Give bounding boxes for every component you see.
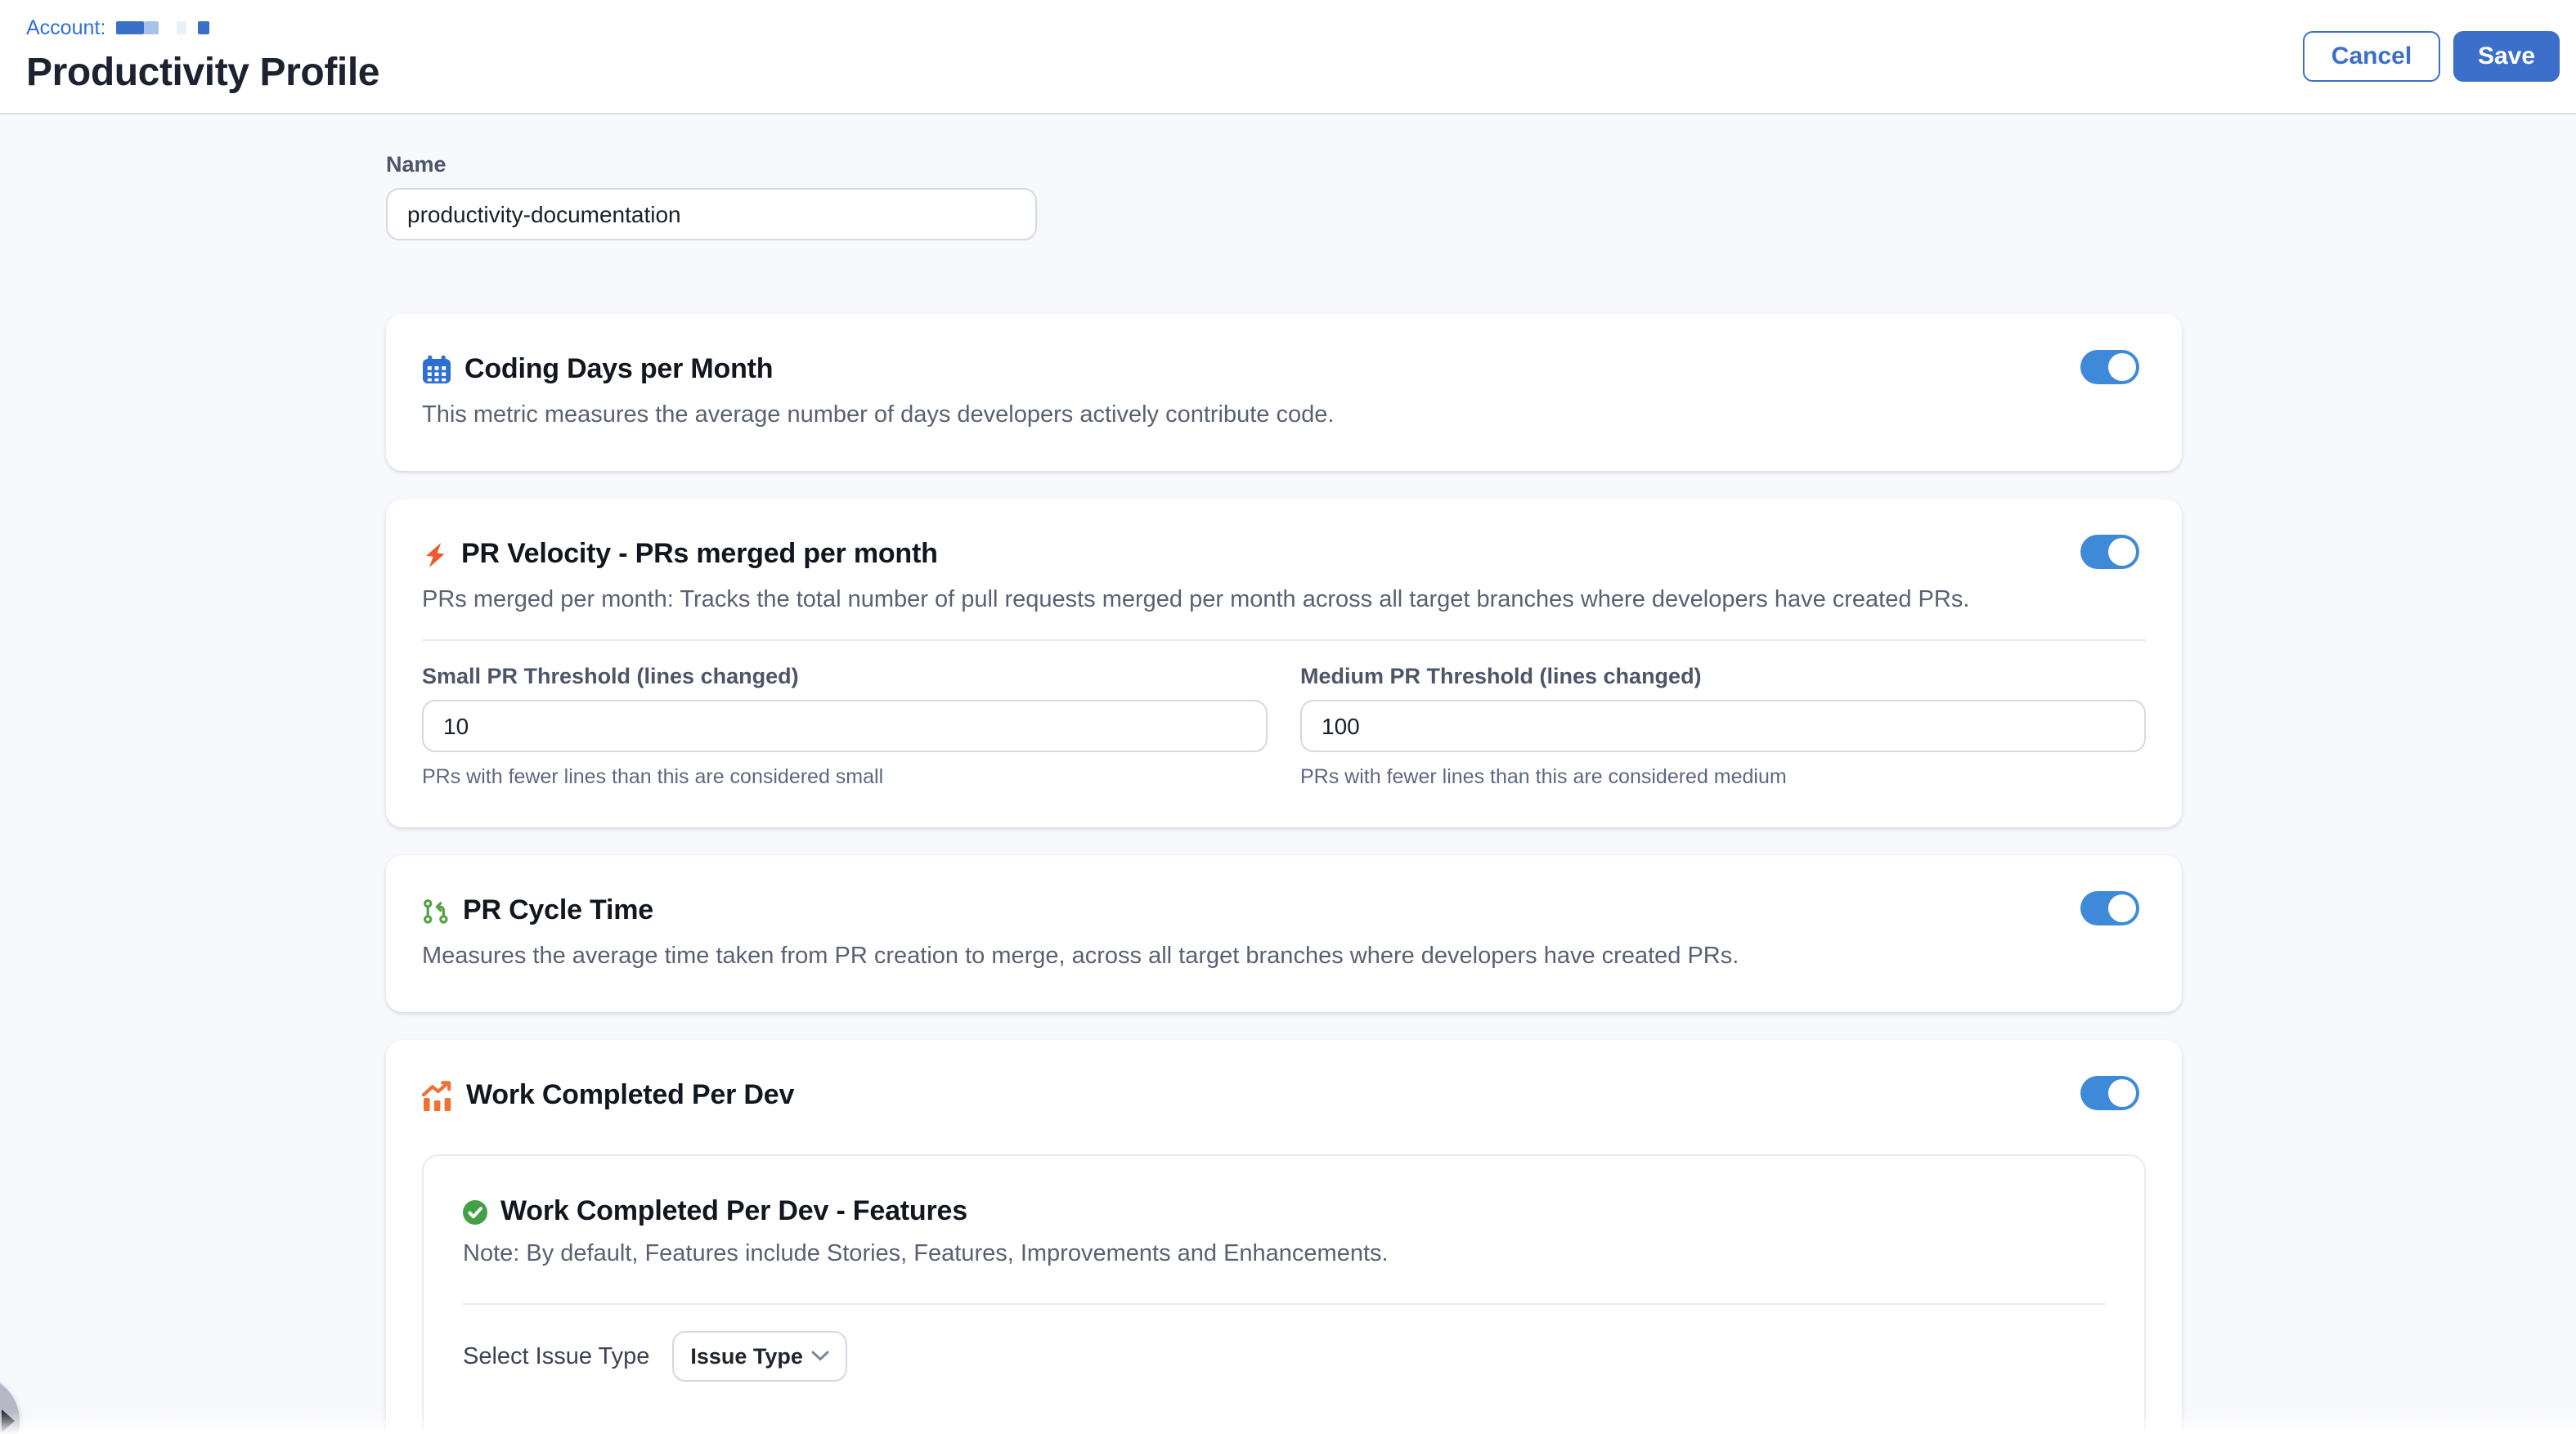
subcard-note: Note: By default, Features include Stori… [463, 1241, 2105, 1267]
card-pr-cycle-time: PR Cycle Time Measures the average time … [386, 855, 2182, 1012]
small-pr-threshold-field: Small PR Threshold (lines changed) PRs w… [422, 664, 1268, 788]
work-completed-features-subcard: Work Completed Per Dev - Features Note: … [422, 1154, 2146, 1434]
lightning-icon [422, 540, 448, 568]
chevron-down-icon [811, 1351, 829, 1362]
card-title: PR Cycle Time [463, 894, 653, 927]
coding-days-toggle[interactable] [2080, 350, 2139, 384]
card-pr-velocity: PR Velocity - PRs merged per month PRs m… [386, 499, 2182, 827]
divider [422, 639, 2146, 641]
card-description: PRs merged per month: Tracks the total n… [422, 584, 2146, 616]
toggle-knob [2108, 894, 2136, 922]
toggle-knob [2108, 1079, 2136, 1107]
check-circle-icon [463, 1199, 487, 1224]
sidebar-expand-button[interactable] [0, 1375, 20, 1434]
cancel-button[interactable]: Cancel [2303, 31, 2440, 82]
issue-type-row: Select Issue Type Issue Type [463, 1331, 2105, 1382]
trend-chart-icon [422, 1080, 453, 1111]
pr-cycle-time-toggle[interactable] [2080, 891, 2139, 925]
header-left: Account: Productivity Profile [26, 16, 379, 113]
page-title: Productivity Profile [26, 51, 379, 96]
redacted-account-text [197, 21, 209, 34]
account-label: Account: [26, 16, 105, 39]
redacted-account-text [176, 21, 186, 34]
redacted-account-text [143, 21, 158, 34]
small-pr-threshold-input[interactable] [422, 700, 1268, 752]
toggle-knob [2108, 353, 2136, 381]
small-pr-threshold-helper: PRs with fewer lines than this are consi… [422, 765, 1268, 788]
small-pr-threshold-label: Small PR Threshold (lines changed) [422, 664, 1268, 688]
card-title: PR Velocity - PRs merged per month [461, 538, 938, 571]
issue-type-dropdown-value: Issue Type [690, 1344, 803, 1369]
redacted-account-text [115, 21, 143, 34]
content-area: Name [0, 114, 2576, 1434]
top-bar: Account: Productivity Profile Cancel Sav… [0, 0, 2576, 114]
pr-velocity-toggle[interactable] [2080, 535, 2139, 569]
git-pull-request-icon [422, 897, 450, 925]
card-coding-days: Coding Days per Month This metric measur… [386, 314, 2182, 471]
card-title: Work Completed Per Dev [466, 1079, 794, 1112]
medium-pr-threshold-helper: PRs with fewer lines than this are consi… [1300, 765, 2146, 788]
card-title: Coding Days per Month [464, 353, 773, 386]
save-button[interactable]: Save [2453, 31, 2560, 82]
medium-pr-threshold-field: Medium PR Threshold (lines changed) PRs … [1300, 664, 2146, 788]
select-issue-type-label: Select Issue Type [463, 1343, 649, 1369]
card-work-completed-per-dev: Work Completed Per Dev Work Completed Pe… [386, 1040, 2182, 1434]
subcard-title: Work Completed Per Dev - Features [500, 1195, 967, 1228]
work-completed-toggle[interactable] [2080, 1076, 2139, 1110]
name-input[interactable] [386, 188, 1037, 240]
app-root: Account: Productivity Profile Cancel Sav… [0, 0, 2576, 1434]
card-description: Measures the average time taken from PR … [422, 940, 2146, 973]
issue-type-dropdown[interactable]: Issue Type [672, 1331, 847, 1382]
divider [463, 1303, 2105, 1305]
card-description: This metric measures the average number … [422, 399, 2146, 432]
arrow-right-icon [2, 1409, 15, 1432]
name-label: Name [386, 152, 2182, 177]
calendar-icon [422, 355, 451, 384]
threshold-fields: Small PR Threshold (lines changed) PRs w… [422, 664, 2146, 788]
account-line: Account: [26, 16, 379, 39]
toggle-knob [2108, 538, 2136, 566]
medium-pr-threshold-input[interactable] [1300, 700, 2146, 752]
header-actions: Cancel Save [2303, 31, 2560, 113]
medium-pr-threshold-label: Medium PR Threshold (lines changed) [1300, 664, 2146, 688]
